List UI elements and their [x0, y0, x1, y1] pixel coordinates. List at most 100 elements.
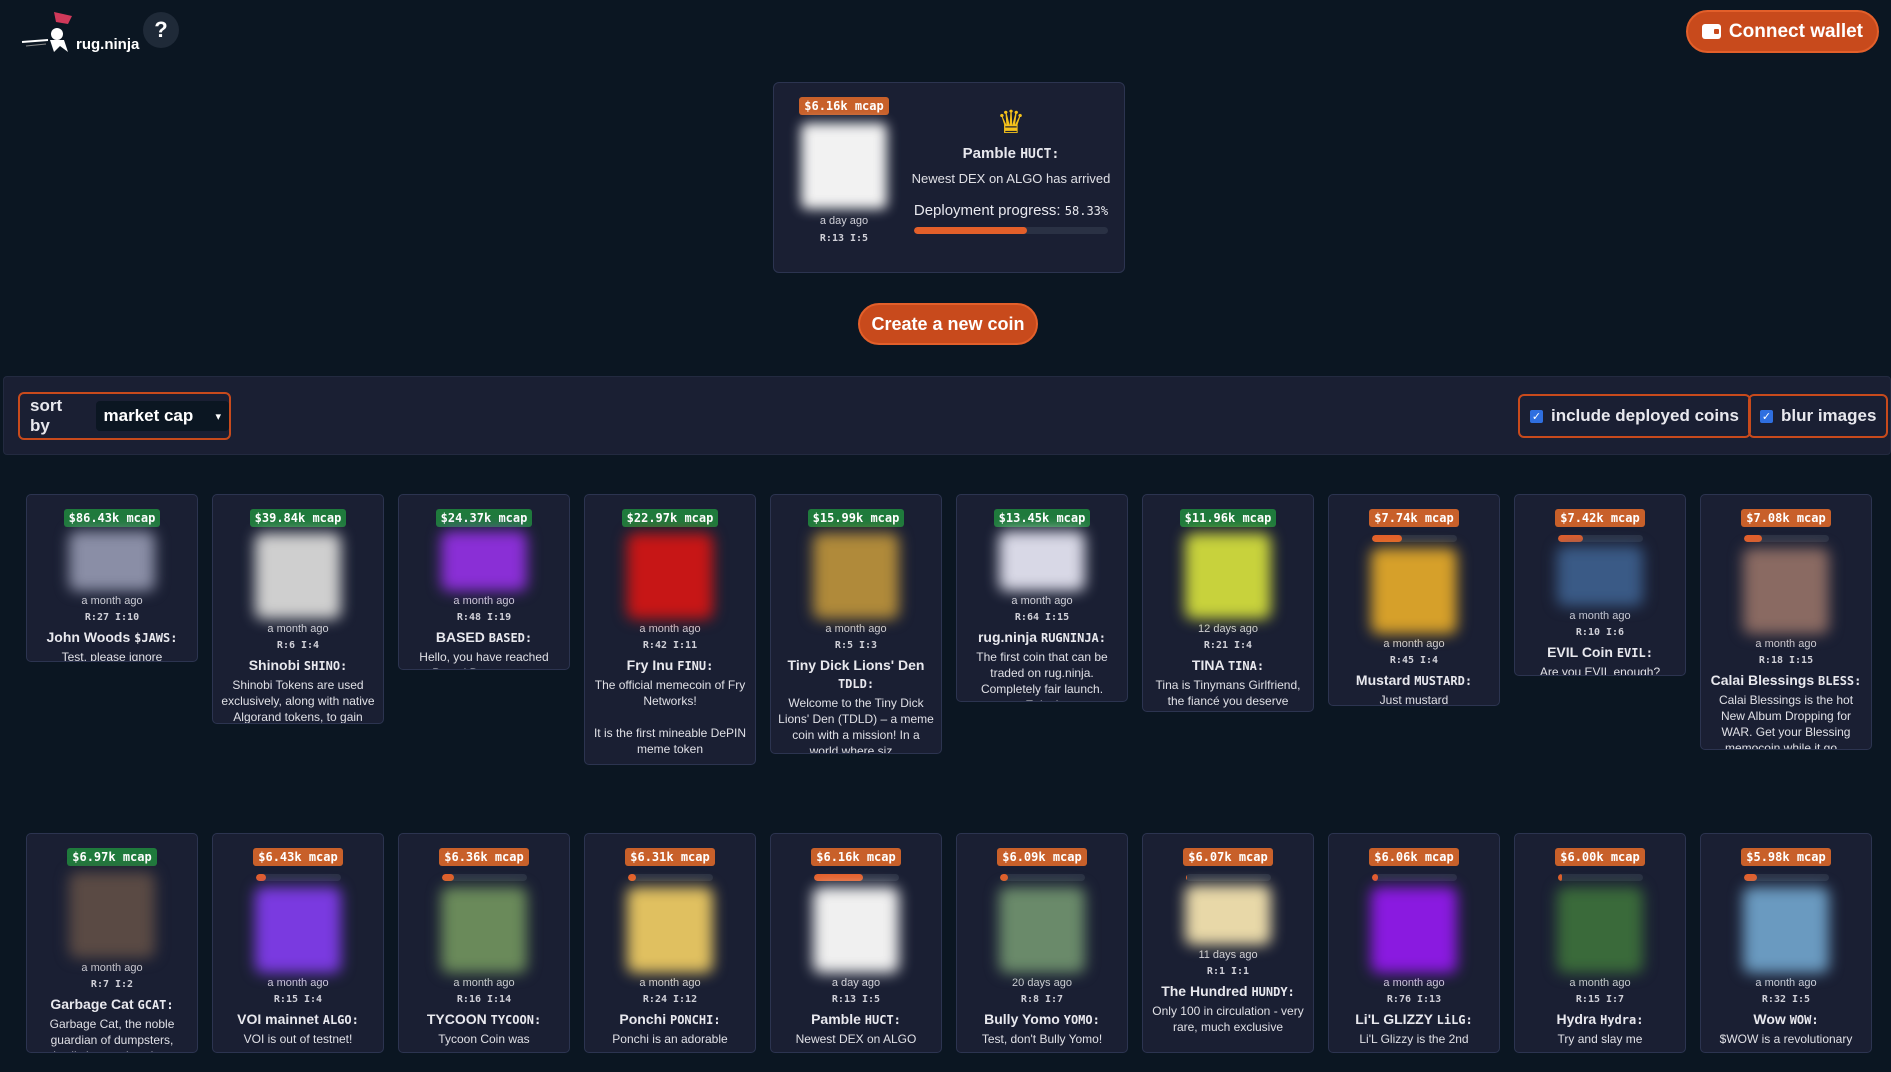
coin-ticker: Hydra:: [1600, 1013, 1644, 1027]
help-button[interactable]: ?: [143, 12, 179, 48]
coin-title: Mustard MUSTARD:: [1335, 671, 1493, 690]
progress-bar: [1185, 874, 1271, 881]
blur-images-toggle[interactable]: ✓ blur images: [1748, 394, 1889, 438]
sort-value: market cap: [103, 406, 194, 425]
coin-title: Pamble HUCT:: [777, 1010, 935, 1029]
coin-name: Fry Inu: [626, 657, 678, 673]
coin-card[interactable]: $6.31k mcap a month ago R:24 I:12 Ponchi PO…: [584, 833, 756, 1053]
mcap-badge: $6.09k mcap: [997, 848, 1087, 866]
coin-image: [999, 887, 1085, 973]
coin-name: EVIL Coin: [1547, 644, 1617, 660]
coin-card[interactable]: $7.08k mcap a month ago R:18 I:15 Calai Ble…: [1700, 494, 1872, 750]
coin-card[interactable]: $6.09k mcap 20 days ago R:8 I:7 Bully Yomo …: [956, 833, 1128, 1053]
coin-ri: R:42 I:11: [642, 640, 698, 651]
coin-title: Wow WOW:: [1707, 1010, 1865, 1029]
mcap-badge: $6.43k mcap: [253, 848, 343, 866]
coin-title: Li'L GLIZZY LiLG:: [1335, 1010, 1493, 1029]
coin-ri: R:6 I:4: [276, 640, 320, 651]
coin-ticker: TDLD:: [837, 677, 875, 691]
coin-name: John Woods: [46, 629, 135, 645]
coin-time: a month ago: [825, 623, 887, 635]
mcap-badge: $7.42k mcap: [1555, 509, 1645, 527]
coin-ri: R:76 I:13: [1386, 994, 1442, 1005]
coin-card[interactable]: $15.99k mcap a month ago R:5 I:3 Tiny Dick …: [770, 494, 942, 754]
create-coin-button[interactable]: Create a new coin: [858, 303, 1038, 345]
progress-bar: [1371, 535, 1457, 542]
coin-card[interactable]: $6.06k mcap a month ago R:76 I:13 Li'L GLIZ…: [1328, 833, 1500, 1053]
coin-card[interactable]: $24.37k mcap a month ago R:48 I:19 BASED BA…: [398, 494, 570, 670]
coin-card[interactable]: $6.43k mcap a month ago R:15 I:4 VOI mainne…: [212, 833, 384, 1053]
mcap-badge: $6.31k mcap: [625, 848, 715, 866]
coin-card[interactable]: $6.00k mcap a month ago R:15 I:7 Hydra Hydr…: [1514, 833, 1686, 1053]
coin-title: Ponchi PONCHI:: [591, 1010, 749, 1029]
coin-ticker: HUNDY:: [1251, 985, 1295, 999]
coin-name: rug.ninja: [977, 629, 1041, 645]
coin-card[interactable]: $6.07k mcap 11 days ago R:1 I:1 The Hundred…: [1142, 833, 1314, 1053]
mcap-badge: $86.43k mcap: [63, 509, 161, 527]
progress-bar: [255, 874, 341, 881]
progress-bar: [999, 874, 1085, 881]
coin-ticker: BASED:: [488, 631, 533, 645]
coin-time: a month ago: [1569, 977, 1631, 989]
blur-images-checkbox[interactable]: ✓: [1760, 409, 1773, 423]
coin-title: Hydra Hydra:: [1521, 1010, 1679, 1029]
coin-time: a month ago: [267, 623, 329, 635]
coin-card[interactable]: $13.45k mcap a month ago R:64 I:15 rug.ninj…: [956, 494, 1128, 702]
coin-title: BASED BASED:: [405, 628, 563, 647]
coin-desc: $WOW is a revolutionary: [1719, 1032, 1853, 1046]
coin-card[interactable]: $7.74k mcap a month ago R:45 I:4 Mustard MU…: [1328, 494, 1500, 706]
coin-name: TYCOON: [426, 1011, 491, 1027]
coin-card[interactable]: $86.43k mcap a month ago R:27 I:10 John Woo…: [26, 494, 198, 662]
coin-desc: Tycoon Coin was: [438, 1032, 530, 1046]
coin-desc: Test, please ignore: [61, 650, 163, 662]
mcap-badge: $11.96k mcap: [1179, 509, 1277, 527]
coin-desc: Just mustard: [1379, 693, 1449, 706]
coin-time: a month ago: [1011, 595, 1073, 607]
coin-name: Tiny Dick Lions' Den: [787, 657, 925, 673]
coin-name: The Hundred: [1161, 983, 1252, 999]
coin-card[interactable]: $5.98k mcap a month ago R:32 I:5 Wow WOW: $W…: [1700, 833, 1872, 1053]
coin-time: a month ago: [639, 977, 701, 989]
coin-name: Shinobi: [248, 657, 304, 673]
coin-title: Shinobi SHINO:: [219, 656, 377, 675]
include-deployed-checkbox[interactable]: ✓: [1530, 409, 1543, 423]
include-deployed-toggle[interactable]: ✓ include deployed coins: [1518, 394, 1751, 438]
coin-time: a month ago: [81, 962, 143, 974]
coin-time: a month ago: [267, 977, 329, 989]
coin-desc: Newest DEX on ALGO: [795, 1032, 917, 1046]
logo-text: rug.ninja: [76, 36, 140, 53]
progress-bar: [1743, 874, 1829, 881]
coin-card[interactable]: $6.97k mcap a month ago R:7 I:2 Garbage Cat…: [26, 833, 198, 1053]
progress-bar: [1743, 535, 1829, 542]
coin-time: a month ago: [639, 623, 701, 635]
coin-card[interactable]: $6.36k mcap a month ago R:16 I:14 TYCOON TY…: [398, 833, 570, 1053]
sort-select[interactable]: market cap ▾: [95, 401, 229, 431]
mcap-badge: $15.99k mcap: [807, 509, 905, 527]
connect-wallet-button[interactable]: Connect wallet: [1685, 10, 1879, 53]
featured-coin-card[interactable]: $6.16k mcap a day ago R:13 I:5 ♛ Pamble …: [773, 82, 1125, 273]
progress-label: Deployment progress:: [913, 202, 1061, 219]
coin-card[interactable]: $22.97k mcap a month ago R:42 I:11 Fry Inu …: [584, 494, 756, 765]
featured-desc: Newest DEX on ALGO has arrived: [911, 171, 1111, 186]
coin-title: TYCOON TYCOON:: [405, 1010, 563, 1029]
coin-ticker: BLESS:: [1818, 674, 1862, 688]
coin-ri: R:13 I:5: [831, 994, 881, 1005]
mcap-badge: $6.36k mcap: [439, 848, 529, 866]
coin-card[interactable]: $7.42k mcap a month ago R:10 I:6 EVIL Coin …: [1514, 494, 1686, 676]
coin-time: a month ago: [1569, 610, 1631, 622]
coin-card[interactable]: $6.16k mcap a day ago R:13 I:5 Pamble HUCT:…: [770, 833, 942, 1053]
coin-ticker: ALGO:: [322, 1013, 359, 1027]
coin-ri: R:21 I:4: [1203, 640, 1253, 651]
featured-mcap-badge: $6.16k mcap: [799, 97, 889, 115]
coin-ri: R:24 I:12: [642, 994, 698, 1005]
coin-card[interactable]: $39.84k mcap a month ago R:6 I:4 Shinobi SH…: [212, 494, 384, 724]
coin-image: [1185, 885, 1271, 945]
mcap-badge: $6.06k mcap: [1369, 848, 1459, 866]
coin-card[interactable]: $11.96k mcap 12 days ago R:21 I:4 TINA TINA…: [1142, 494, 1314, 712]
coin-desc: Garbage Cat, the noble guardian of dumps…: [49, 1017, 175, 1052]
coin-image: [441, 887, 527, 973]
featured-progress-bar: [914, 227, 1108, 234]
coin-image: [627, 887, 713, 973]
coin-ticker: MUSTARD:: [1414, 674, 1473, 688]
progress-bar: [813, 874, 899, 881]
